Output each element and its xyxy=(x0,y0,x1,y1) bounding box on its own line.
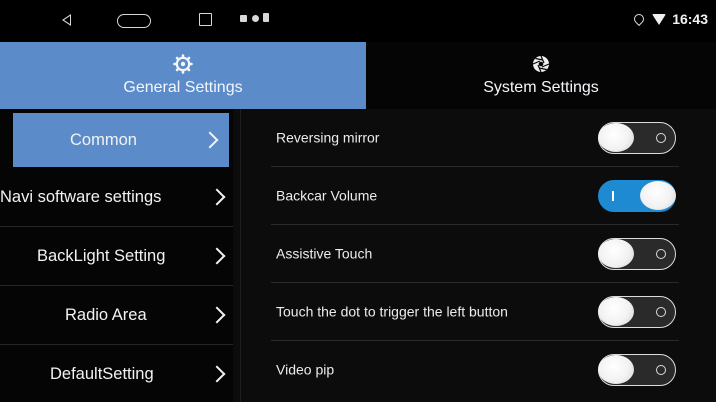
toggle-knob xyxy=(598,122,634,152)
gear-icon xyxy=(173,54,193,74)
menu-item-label: DefaultSetting xyxy=(50,364,154,383)
menu-item-label: Common xyxy=(70,130,137,149)
toggle-on-mark xyxy=(612,190,614,201)
assistive-touch-toggle[interactable] xyxy=(598,237,676,270)
battery-icon xyxy=(263,13,269,22)
chevron-right-icon xyxy=(208,188,226,206)
menu-item-label: Navi software settings xyxy=(0,187,162,206)
setting-label: Assistive Touch xyxy=(276,245,373,261)
tab-system-settings[interactable]: System Settings xyxy=(366,42,716,109)
recent-apps-icon[interactable] xyxy=(199,13,212,26)
chevron-right-icon xyxy=(201,131,219,149)
setting-label: Reversing mirror xyxy=(276,129,380,145)
wifi-icon xyxy=(652,13,667,25)
toggle-off-mark xyxy=(656,132,666,143)
toggle-knob xyxy=(598,238,634,268)
menu-item-backlight-setting[interactable]: BackLight Setting xyxy=(0,227,233,286)
tab-label: System Settings xyxy=(483,79,599,96)
toggle-knob xyxy=(598,354,634,384)
clock: 16:43 xyxy=(672,11,708,27)
backcar-volume-toggle[interactable] xyxy=(598,179,676,212)
setting-row-video-pip: Video pip xyxy=(271,341,679,398)
setting-row-touch-dot-left-button: Touch the dot to trigger the left button xyxy=(271,283,679,341)
status-bar: 16:43 xyxy=(0,0,716,42)
toggle-off-mark xyxy=(656,306,666,317)
touch-dot-left-button-toggle[interactable] xyxy=(598,295,676,328)
toggle-off-mark xyxy=(656,248,666,259)
settings-list: Reversing mirror Backcar Volume Assistiv… xyxy=(241,109,716,402)
toggle-knob xyxy=(640,180,676,210)
record-icon xyxy=(252,15,259,22)
menu-item-navi-software-settings[interactable]: Navi software settings xyxy=(0,168,233,227)
menu-item-common[interactable]: Common xyxy=(13,113,229,167)
chevron-right-icon xyxy=(208,247,226,265)
tab-bar: General Settings System Settings xyxy=(0,42,716,109)
notification-icon xyxy=(240,15,247,22)
chevron-right-icon xyxy=(208,306,226,324)
status-right: 16:43 xyxy=(632,11,708,27)
menu-item-defaultsetting[interactable]: DefaultSetting xyxy=(0,345,233,402)
menu-item-label: Radio Area xyxy=(65,305,147,324)
toggle-off-mark xyxy=(656,364,666,375)
setting-label: Touch the dot to trigger the left button xyxy=(276,303,508,319)
screen: 16:43 General Settings System Settings C… xyxy=(0,0,716,402)
reversing-mirror-toggle[interactable] xyxy=(598,121,676,154)
tab-label: General Settings xyxy=(123,79,243,96)
menu-item-radio-area[interactable]: Radio Area xyxy=(0,286,233,345)
setting-label: Backcar Volume xyxy=(276,187,378,203)
setting-row-assistive-touch: Assistive Touch xyxy=(271,225,679,283)
toggle-knob xyxy=(598,296,634,326)
setting-row-backcar-volume: Backcar Volume xyxy=(271,167,679,225)
chevron-right-icon xyxy=(208,365,226,383)
home-icon[interactable] xyxy=(117,14,151,28)
video-pip-toggle[interactable] xyxy=(598,353,676,386)
tab-general-settings[interactable]: General Settings xyxy=(0,42,366,109)
back-icon[interactable] xyxy=(62,14,71,26)
setting-label: Video pip xyxy=(276,361,335,377)
menu-item-label: BackLight Setting xyxy=(37,246,166,265)
settings-menu: Common Navi software settings BackLight … xyxy=(0,109,233,402)
setting-row-reversing-mirror: Reversing mirror xyxy=(271,109,679,167)
location-icon xyxy=(632,11,647,27)
aperture-icon xyxy=(531,54,551,74)
